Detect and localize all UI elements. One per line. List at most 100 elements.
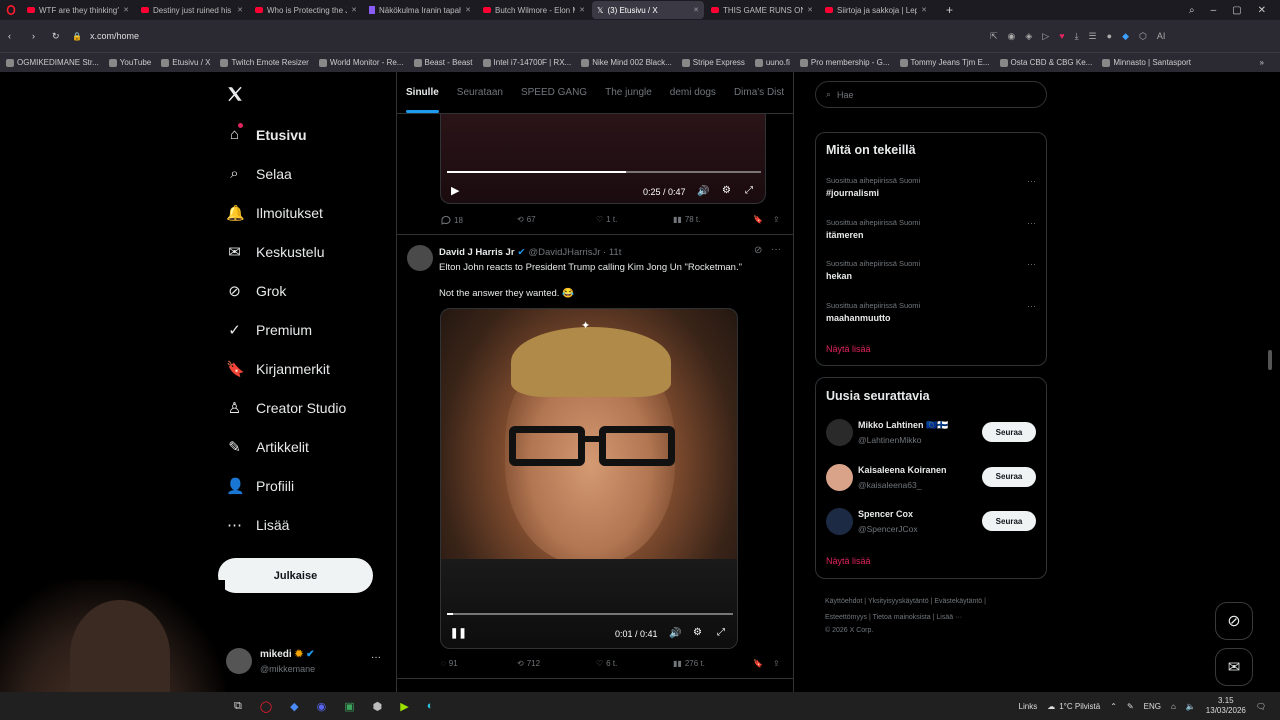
footer-line-2[interactable]: Esteettömyys | Tietoa mainoksista | Lisä… bbox=[825, 610, 986, 626]
follow-show-more[interactable]: Näytä lisää bbox=[826, 556, 871, 566]
minimize-icon[interactable]: – bbox=[1211, 5, 1217, 16]
repost-button[interactable]: ⟲ 67 bbox=[517, 215, 536, 224]
browser-tab[interactable]: Siirtoja ja sakkoja | Lepaki✕ bbox=[820, 1, 932, 19]
x-logo-icon[interactable] bbox=[226, 85, 244, 108]
trend-item[interactable]: Suosittua aihepiirissä Suomi hekan ··· bbox=[826, 259, 1036, 281]
more-dots-icon[interactable]: ··· bbox=[371, 652, 381, 663]
search-box[interactable]: ⌕ Hae bbox=[815, 81, 1047, 108]
account-switcher[interactable]: mikedi ✹ ✔ @mikkemane ··· bbox=[226, 646, 386, 680]
video-progress-fill[interactable] bbox=[447, 171, 626, 173]
camera-icon[interactable]: ◉ bbox=[1008, 31, 1016, 42]
browser-tab[interactable]: Näkökulma Iranin tapahtu ✕ bbox=[364, 1, 476, 19]
network-icon[interactable]: ⌂ bbox=[1171, 702, 1176, 711]
download-icon[interactable]: ⤓ bbox=[1075, 31, 1079, 42]
bookmark-item[interactable]: Tommy Jeans Tjm E... bbox=[899, 58, 990, 67]
back-icon[interactable]: ‹ bbox=[8, 31, 22, 41]
browser-tab[interactable]: Destiny just ruined his car ✕ bbox=[136, 1, 248, 19]
reload-icon[interactable]: ↻ bbox=[52, 31, 66, 42]
avatar[interactable] bbox=[826, 463, 853, 491]
follow-name[interactable]: Mikko Lahtinen 🇪🇺🇫🇮 bbox=[858, 420, 948, 431]
profile-icon[interactable]: ● bbox=[1107, 31, 1112, 42]
notification-icon[interactable]: 🗨 bbox=[1256, 702, 1266, 711]
share-icon[interactable]: ⇱ bbox=[990, 31, 998, 42]
footer-line-1[interactable]: Käyttöehdot | Yksityisyyskäytäntö | Eväs… bbox=[825, 594, 986, 610]
cube-icon[interactable]: ⬡ bbox=[1139, 31, 1147, 42]
follow-name[interactable]: Spencer Cox bbox=[858, 509, 913, 519]
views-button[interactable]: ▮▮ 78 t. bbox=[673, 215, 700, 224]
nav-item-kirjanmerkit[interactable]: 🔖 Kirjanmerkit bbox=[226, 360, 330, 378]
timeline-tab-sinulle[interactable]: Sinulle bbox=[397, 87, 448, 113]
bookmark-item[interactable]: Pro membership - G... bbox=[799, 58, 890, 67]
trend-item[interactable]: Suosittua aihepiirissä Suomi #journalismi… bbox=[826, 176, 1036, 198]
follow-suggestion[interactable]: Kaisaleena Koiranen @kaisaleena63_ Seuraa bbox=[826, 462, 1036, 494]
close-window-icon[interactable]: ✕ bbox=[1258, 5, 1266, 16]
bookmark-icon[interactable]: 🔖 bbox=[753, 659, 763, 668]
tray-chevron-icon[interactable]: ⌃ bbox=[1110, 702, 1117, 711]
bookmark-item[interactable]: World Monitor - Re... bbox=[318, 58, 404, 67]
extension-icon[interactable]: ◆ bbox=[1122, 31, 1129, 42]
settings-icon[interactable]: ⚙ bbox=[693, 627, 702, 638]
trend-more-icon[interactable]: ··· bbox=[1027, 218, 1036, 228]
opera-logo-icon[interactable] bbox=[0, 5, 22, 15]
trend-more-icon[interactable]: ··· bbox=[1027, 301, 1036, 311]
url-field[interactable]: x.com/home bbox=[90, 31, 990, 41]
follow-name[interactable]: Kaisaleena Koiranen bbox=[858, 465, 947, 475]
follow-button[interactable]: Seuraa bbox=[982, 466, 1036, 487]
new-tab-icon[interactable]: + bbox=[946, 3, 953, 17]
shield-icon[interactable]: ◈ bbox=[1025, 31, 1032, 42]
bookmark-item[interactable]: Stripe Express bbox=[681, 58, 745, 67]
browser-tab[interactable]: THIS GAME RUNS ON NIG ✕ bbox=[706, 1, 818, 19]
bookmark-item[interactable]: Intel i7-14700F | RX... bbox=[482, 58, 571, 67]
post-button[interactable]: Julkaise bbox=[218, 558, 373, 593]
heart-icon[interactable]: ♥ bbox=[1059, 31, 1064, 42]
close-tab-icon[interactable]: ✕ bbox=[579, 6, 585, 14]
links-toolbar[interactable]: Links bbox=[1019, 702, 1038, 711]
bookmark-item[interactable]: uuno.fi bbox=[754, 58, 790, 67]
nav-item-creator-studio[interactable]: ♙ Creator Studio bbox=[226, 399, 347, 417]
bookmark-item[interactable]: YouTube bbox=[108, 58, 151, 67]
timeline-tab-speed-gang[interactable]: SPEED GANG bbox=[512, 87, 596, 98]
share-post-icon[interactable]: ⇪ bbox=[773, 215, 780, 224]
task-view-icon[interactable]: ⧉ bbox=[234, 700, 242, 713]
bookmark-item[interactable]: Nike Mind 002 Black... bbox=[581, 58, 672, 67]
nav-item-keskustelu[interactable]: ✉ Keskustelu bbox=[226, 243, 324, 261]
browser-tab[interactable]: Butch Wilmore - Elon Mu ✕ bbox=[478, 1, 590, 19]
clock[interactable]: 3.15 13/03/2026 bbox=[1206, 696, 1246, 716]
play-icon[interactable]: ▷ bbox=[1042, 31, 1049, 42]
close-tab-icon[interactable]: ✕ bbox=[921, 6, 927, 14]
nav-item-lisää[interactable]: ⋯ Lisää bbox=[226, 516, 289, 534]
close-tab-icon[interactable]: ✕ bbox=[693, 6, 699, 14]
author-avatar[interactable] bbox=[407, 245, 433, 271]
grok-icon[interactable]: ⊘ bbox=[754, 245, 762, 256]
reply-button[interactable]: ◌ 91 bbox=[441, 659, 458, 668]
close-tab-icon[interactable]: ✕ bbox=[351, 6, 357, 14]
timeline-tab-the-jungle[interactable]: The jungle bbox=[596, 87, 661, 98]
search-tabs-icon[interactable]: ⌕ bbox=[1189, 5, 1195, 16]
menu-icon[interactable]: ☰ bbox=[1089, 31, 1097, 42]
play-taskbar-icon[interactable]: ▶ bbox=[400, 700, 408, 713]
sparkle-icon[interactable]: ✦ bbox=[581, 319, 590, 332]
chat-taskbar-icon[interactable]: ▣ bbox=[344, 700, 354, 713]
nav-item-etusivu[interactable]: ⌂ Etusivu bbox=[226, 126, 307, 143]
bookmark-item[interactable]: Beast - Beast bbox=[413, 58, 473, 67]
views-button[interactable]: ▮▮ 276 t. bbox=[673, 659, 705, 668]
bookmark-item[interactable]: Twitch Emote Resizer bbox=[220, 58, 309, 67]
video-player-2[interactable]: ✦ ❚❚ 0:01 / 0:41 🔊 ⚙ ⤢ bbox=[440, 308, 738, 649]
fullscreen-icon[interactable]: ⤢ bbox=[745, 185, 753, 196]
avatar[interactable] bbox=[826, 419, 853, 446]
author-handle-time[interactable]: @DavidJHarrisJr · 11t bbox=[528, 247, 621, 258]
close-tab-icon[interactable]: ✕ bbox=[123, 6, 129, 14]
page-scrollbar[interactable] bbox=[1268, 350, 1272, 370]
nav-item-grok[interactable]: ⊘ Grok bbox=[226, 282, 286, 300]
close-tab-icon[interactable]: ✕ bbox=[465, 6, 471, 14]
avatar[interactable] bbox=[826, 508, 853, 535]
volume-icon[interactable]: 🔊 bbox=[669, 628, 681, 639]
volume-tray-icon[interactable]: 🔈 bbox=[1186, 702, 1196, 711]
shield-taskbar-icon[interactable]: ⬢ bbox=[373, 700, 383, 713]
browser-tab[interactable]: Who is Protecting the Jeffr ✕ bbox=[250, 1, 362, 19]
discord-taskbar-icon[interactable]: ◉ bbox=[317, 700, 327, 713]
trend-item[interactable]: Suosittua aihepiirissä Suomi itämeren ··· bbox=[826, 218, 1036, 240]
bookmark-item[interactable]: OGMIKEDIMANE Str... bbox=[6, 58, 99, 67]
nav-item-ilmoitukset[interactable]: 🔔 Ilmoitukset bbox=[226, 204, 323, 222]
pause-icon[interactable]: ❚❚ bbox=[450, 628, 467, 639]
